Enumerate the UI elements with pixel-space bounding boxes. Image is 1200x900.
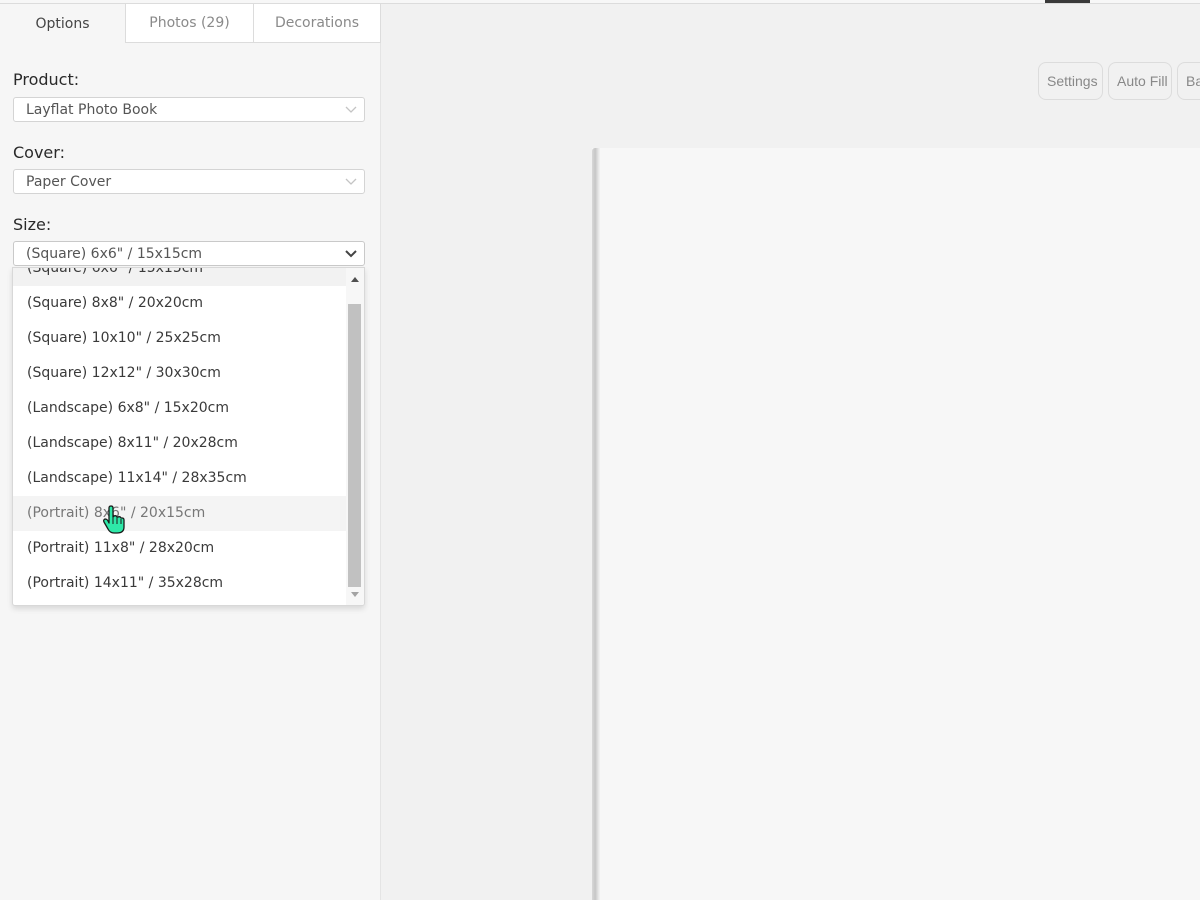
product-select[interactable]: Layflat Photo Book [13,97,365,122]
size-option[interactable]: (Landscape) 8x11" / 20x28cm [13,426,347,461]
dropdown-scrollbar[interactable] [346,268,364,605]
size-label: Size: [13,215,52,234]
cover-select-value: Paper Cover [26,173,112,190]
settings-button[interactable]: Settings [1038,62,1103,100]
auto-fill-button[interactable]: Auto Fill [1108,62,1172,100]
background-button[interactable]: Ba [1177,62,1200,100]
book-page-canvas[interactable] [592,148,1200,900]
active-indicator [1045,0,1090,3]
size-select[interactable]: (Square) 6x6" / 15x15cm [13,241,365,266]
chevron-down-icon [345,106,357,113]
hand-cursor-icon [103,505,125,534]
cover-label: Cover: [13,143,65,162]
size-dropdown-list: (Square) 6x6" / 15x15cm (Square) 8x8" / … [12,267,365,606]
product-select-value: Layflat Photo Book [26,101,158,118]
chevron-down-icon [345,250,357,258]
tab-options[interactable]: Options [0,4,126,43]
tab-decorations[interactable]: Decorations [254,4,381,43]
size-option[interactable]: (Portrait) 11x8" / 28x20cm [13,531,347,566]
scroll-down-arrow-icon[interactable] [346,585,364,603]
cover-select[interactable]: Paper Cover [13,169,365,194]
chevron-down-icon [345,178,357,185]
size-option[interactable]: (Square) 6x6" / 15x15cm [13,268,347,286]
book-spine [592,148,600,900]
tab-photos[interactable]: Photos (29) [126,4,254,43]
sidebar-tabs: Options Photos (29) Decorations [0,4,381,43]
product-label: Product: [13,70,80,89]
scroll-up-arrow-icon[interactable] [346,270,364,288]
size-option[interactable]: (Square) 8x8" / 20x20cm [13,286,347,321]
size-option[interactable]: (Square) 12x12" / 30x30cm [13,356,347,391]
size-option[interactable]: (Square) 10x10" / 25x25cm [13,321,347,356]
size-options: (Square) 6x6" / 15x15cm (Square) 8x8" / … [13,268,347,601]
size-option[interactable]: (Portrait) 14x11" / 35x28cm [13,566,347,601]
size-option[interactable]: (Landscape) 6x8" / 15x20cm [13,391,347,426]
size-option[interactable]: (Landscape) 11x14" / 28x35cm [13,461,347,496]
size-option-hovered[interactable]: (Portrait) 8x6" / 20x15cm [13,496,347,531]
scrollbar-thumb[interactable] [348,304,361,587]
size-select-value: (Square) 6x6" / 15x15cm [26,245,203,262]
